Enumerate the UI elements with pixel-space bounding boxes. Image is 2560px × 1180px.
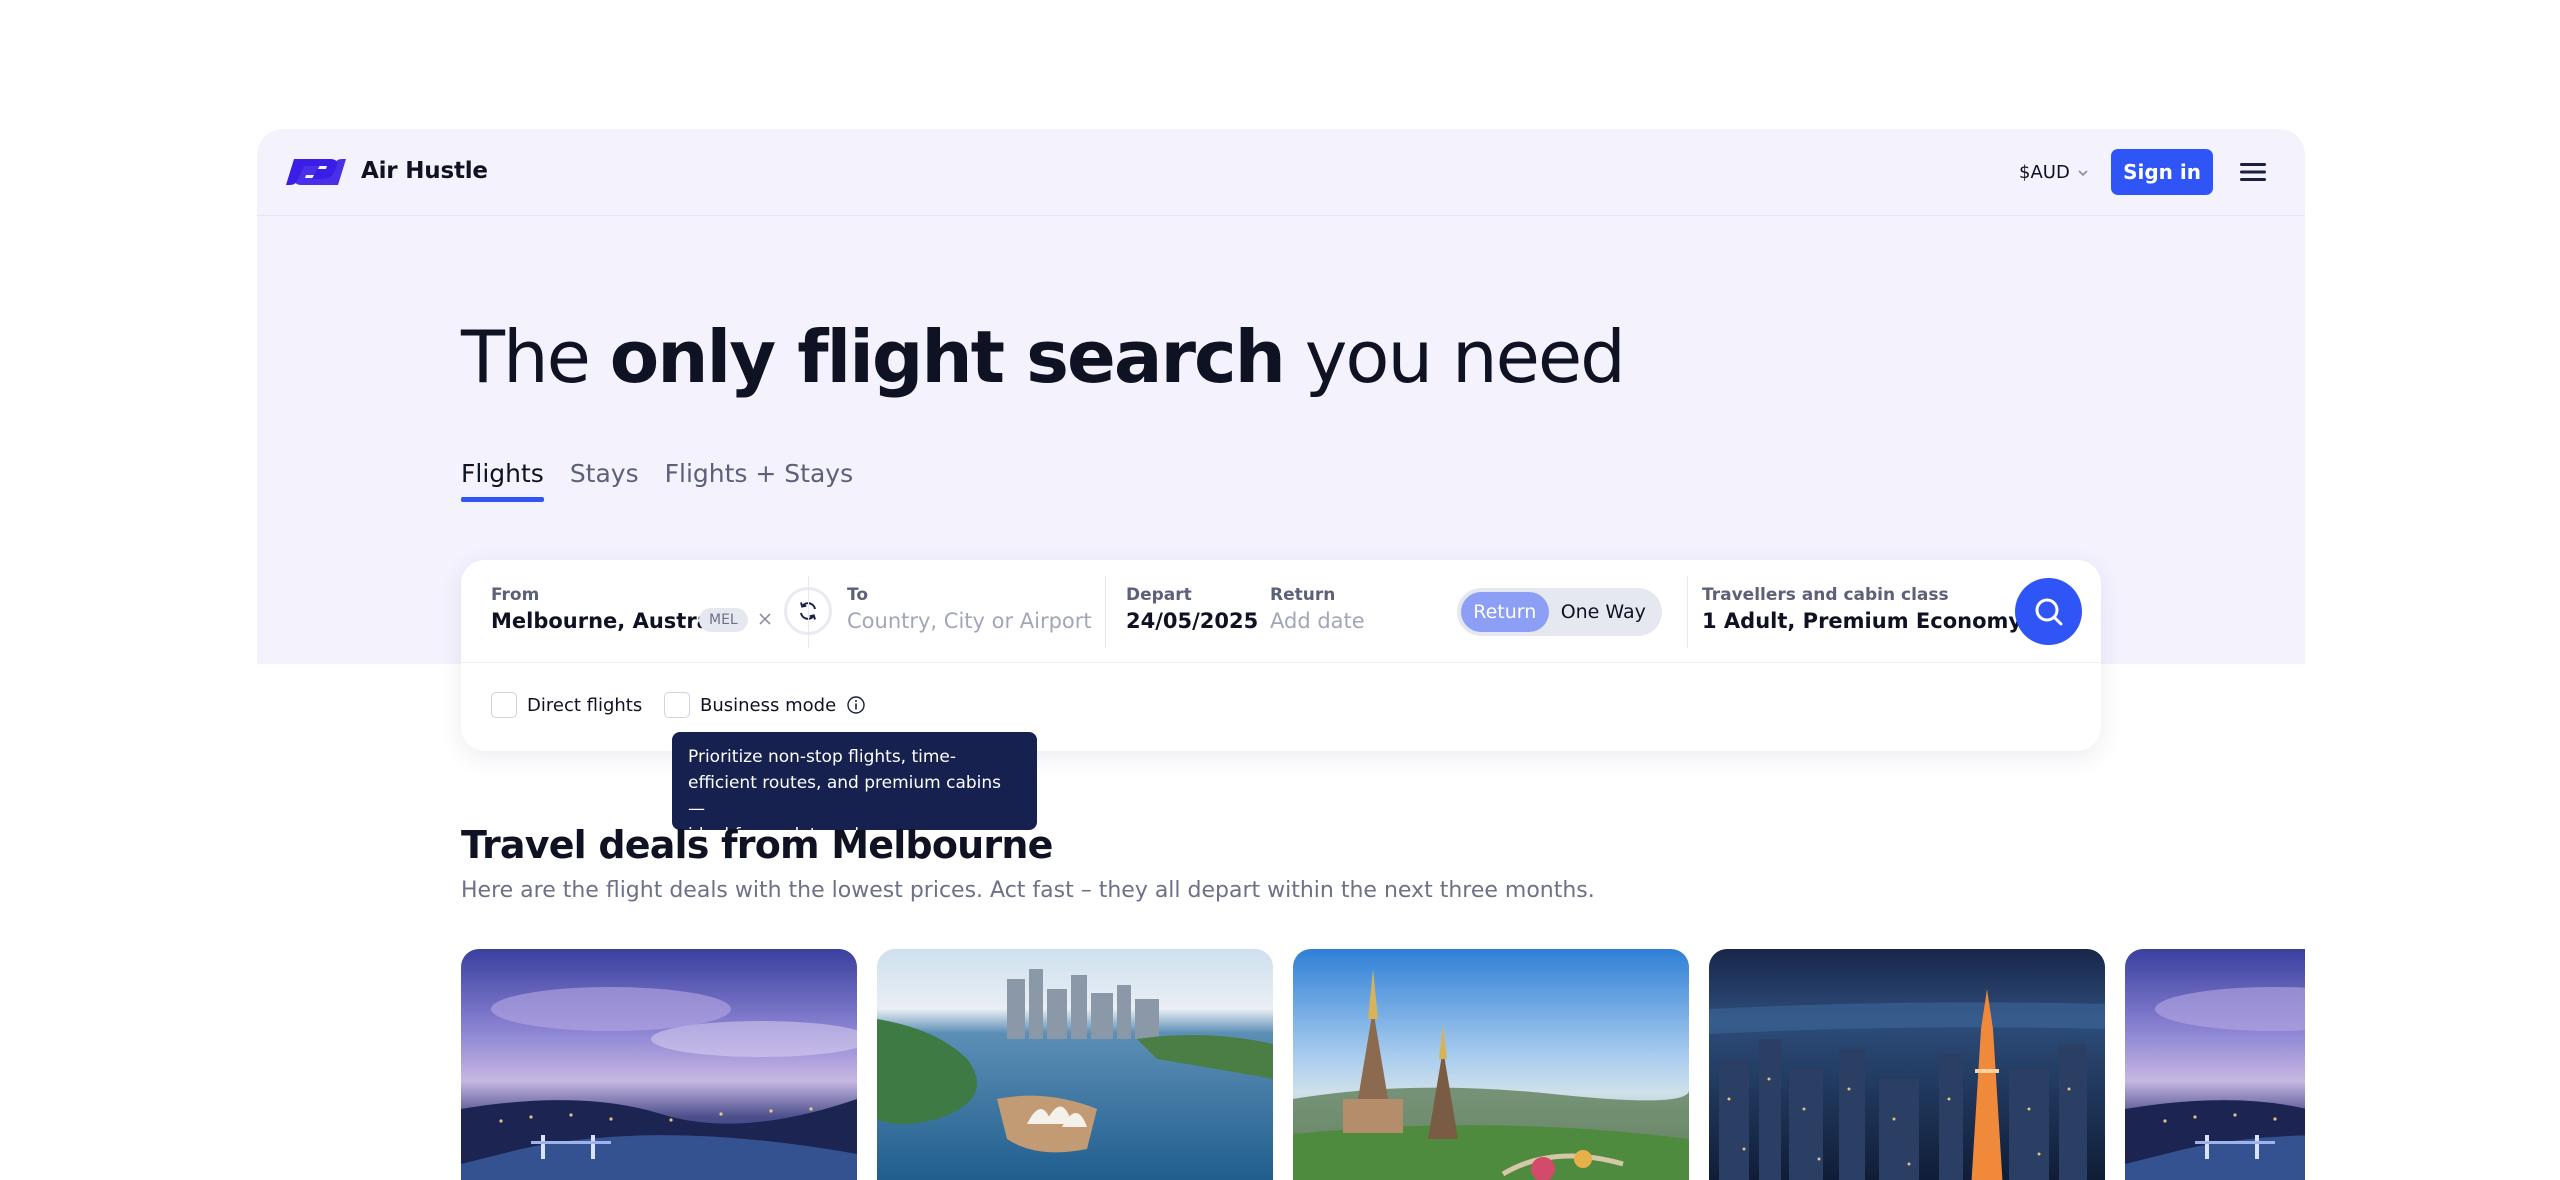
sign-in-button[interactable]: Sign in	[2111, 149, 2213, 195]
deals-subtitle: Here are the flight deals with the lowes…	[461, 878, 1595, 903]
info-icon[interactable]	[846, 695, 866, 715]
deal-card-chiang-mai[interactable]	[1293, 949, 1689, 1180]
divider	[808, 576, 809, 648]
deal-card-london[interactable]	[461, 949, 857, 1180]
business-mode-option: Business mode	[664, 692, 866, 718]
chevron-down-icon	[2078, 169, 2088, 176]
headline-bold: only flight search	[609, 315, 1286, 399]
search-button[interactable]	[2015, 578, 2082, 645]
tab-stays[interactable]: Stays	[570, 459, 639, 498]
divider	[1105, 576, 1106, 648]
direct-flights-label: Direct flights	[527, 694, 643, 716]
to-field[interactable]: Country, City or Airport	[847, 609, 1092, 633]
business-mode-tooltip: Prioritize non-stop flights, time- effic…	[672, 732, 1037, 845]
currency-label: $AUD	[2019, 162, 2070, 183]
air-hustle-logo-icon[interactable]	[286, 155, 346, 189]
from-airport-code: MEL	[699, 608, 748, 632]
to-label: To	[847, 585, 869, 605]
tokyo-night-image	[1709, 949, 2105, 1180]
deal-card-london-2[interactable]	[2125, 949, 2305, 1180]
return-date-field[interactable]: Add date	[1270, 609, 1365, 633]
headline-part-2: you need	[1283, 315, 1626, 399]
direct-flights-checkbox[interactable]	[491, 692, 517, 718]
pagoda-image	[1293, 949, 1689, 1180]
trip-type-toggle: Return One Way	[1457, 588, 1662, 636]
brand-name: Air Hustle	[361, 158, 488, 184]
search-card: From Melbourne, Australia MEL To Country…	[461, 560, 2101, 751]
search-icon	[2035, 598, 2062, 625]
currency-selector[interactable]: $AUD	[2019, 162, 2090, 183]
business-mode-label: Business mode	[700, 694, 837, 716]
search-tabs: Flights Stays Flights + Stays	[461, 459, 853, 502]
headline-part-1: The	[461, 315, 610, 399]
hero-headline: The only flight search you need	[461, 315, 1626, 399]
clear-icon[interactable]	[756, 610, 774, 628]
sydney-harbour-image	[877, 949, 1273, 1180]
travellers-label: Travellers and cabin class	[1702, 585, 1949, 605]
tooltip-line: efficient routes, and premium cabins —	[688, 773, 1002, 819]
app-frame: Air Hustle $AUD Sign in The only flight …	[257, 129, 2305, 1180]
london-skyline-image	[461, 949, 857, 1180]
direct-flights-option: Direct flights	[491, 692, 642, 718]
deal-card-sydney[interactable]	[877, 949, 1273, 1180]
top-nav: Air Hustle $AUD Sign in	[257, 129, 2305, 216]
tooltip-line: Prioritize non-stop flights, time-	[688, 747, 957, 767]
depart-date-field[interactable]: 24/05/2025	[1126, 609, 1258, 633]
hamburger-menu-icon[interactable]	[2238, 159, 2268, 185]
travellers-field[interactable]: 1 Adult, Premium Economy+	[1702, 609, 2040, 633]
london-skyline-image	[2125, 949, 2305, 1180]
business-mode-checkbox[interactable]	[664, 692, 690, 718]
depart-label: Depart	[1126, 585, 1192, 605]
from-label: From	[491, 585, 540, 605]
tab-flights-stays[interactable]: Flights + Stays	[665, 459, 853, 498]
tab-flights[interactable]: Flights	[461, 459, 544, 502]
return-label: Return	[1270, 585, 1336, 605]
divider	[1687, 576, 1688, 648]
trip-option-return[interactable]: Return	[1461, 592, 1549, 632]
deals-title: Travel deals from Melbourne	[461, 823, 1053, 867]
deal-card-tokyo[interactable]	[1709, 949, 2105, 1180]
trip-option-one-way[interactable]: One Way	[1549, 592, 1658, 632]
search-fields-row: From Melbourne, Australia MEL To Country…	[461, 560, 2101, 663]
